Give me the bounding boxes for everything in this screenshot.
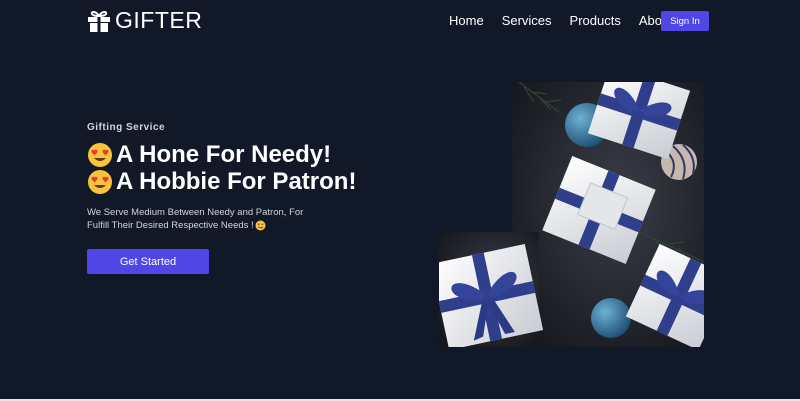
heart-eyes-emoji-icon bbox=[87, 169, 113, 195]
headline-line-2: A Hobbie For Patron! bbox=[87, 168, 356, 195]
gift-boxes-photo bbox=[439, 82, 704, 347]
headline-text-2: A Hobbie For Patron! bbox=[116, 168, 357, 195]
nav-products[interactable]: Products bbox=[570, 12, 621, 29]
get-started-button[interactable]: Get Started bbox=[87, 249, 209, 274]
hero-eyebrow: Gifting Service bbox=[87, 122, 166, 133]
hero-headline: A Hone For Needy! A Hobbie For Patron! bbox=[87, 141, 356, 195]
gift-icon bbox=[87, 10, 111, 32]
heart-eyes-emoji-icon bbox=[87, 142, 113, 168]
headline-text-1: A Hone For Needy! bbox=[116, 141, 332, 168]
brand-logo[interactable]: GIFTER bbox=[87, 7, 202, 34]
brand-name: GIFTER bbox=[115, 7, 203, 33]
hero-subtext-text: We Serve Medium Between Needy and Patron… bbox=[87, 207, 304, 231]
hero-subtext: We Serve Medium Between Needy and Patron… bbox=[87, 206, 327, 232]
headline-line-1: A Hone For Needy! bbox=[87, 141, 356, 168]
nav-services[interactable]: Services bbox=[502, 12, 552, 29]
wink-tongue-emoji-icon bbox=[255, 220, 266, 231]
main-nav: Home Services Products About bbox=[449, 12, 691, 29]
sign-in-button[interactable]: Sign In bbox=[661, 11, 709, 31]
page: GIFTER Home Services Products About Sign… bbox=[0, 0, 800, 401]
nav-home[interactable]: Home bbox=[449, 12, 484, 29]
navbar: GIFTER Home Services Products About Sign… bbox=[0, 0, 800, 44]
